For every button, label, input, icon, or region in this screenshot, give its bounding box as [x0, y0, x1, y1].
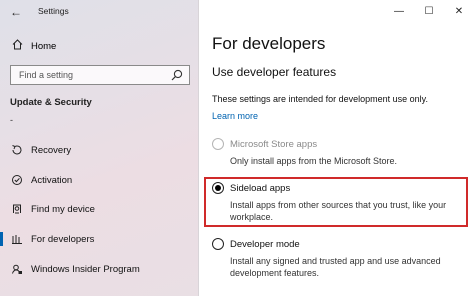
- sidebar-item-label: Windows Insider Program: [31, 263, 140, 275]
- insider-icon: [10, 263, 24, 275]
- section-description: These settings are intended for developm…: [212, 94, 428, 104]
- option-description: Install any signed and trusted app and u…: [230, 256, 441, 278]
- find-device-icon: [10, 203, 24, 215]
- option-sideload-apps[interactable]: Sideload apps: [212, 182, 290, 194]
- option-label: Sideload apps: [230, 182, 291, 194]
- radio-dot: [215, 185, 221, 191]
- option-description: Install apps from other sources that you…: [230, 200, 447, 222]
- sidebar-item-recovery[interactable]: Recovery: [0, 139, 199, 161]
- app-title: Settings: [38, 6, 69, 16]
- sidebar-item-label: Home: [31, 40, 57, 52]
- window-controls: — ☐ ✕: [384, 0, 474, 22]
- sidebar-item-activation[interactable]: Activation: [0, 169, 199, 191]
- section-heading: Update & Security: [10, 97, 92, 108]
- option-label: Microsoft Store apps: [230, 138, 318, 150]
- search-icon[interactable]: [171, 69, 183, 81]
- selection-indicator: [0, 232, 3, 246]
- sidebar: ← Settings Home Update & Security - Reco…: [0, 0, 199, 296]
- radio-button[interactable]: [212, 238, 224, 250]
- title-bar: ← Settings: [0, 0, 199, 24]
- home-icon: [10, 39, 24, 53]
- option-label: Developer mode: [230, 238, 300, 250]
- radio-button-selected[interactable]: [212, 182, 224, 194]
- sidebar-item-label: Find my device: [31, 203, 95, 215]
- sidebar-item-windows-insider[interactable]: Windows Insider Program: [0, 258, 199, 280]
- section-subtitle: Use developer features: [212, 65, 337, 79]
- minimize-button[interactable]: —: [384, 0, 414, 22]
- main-panel: — ☐ ✕ For developers Use developer featu…: [200, 0, 474, 296]
- learn-more-link[interactable]: Learn more: [212, 111, 258, 121]
- close-button[interactable]: ✕: [444, 0, 474, 22]
- search-input[interactable]: [11, 66, 163, 84]
- sidebar-item-find-my-device[interactable]: Find my device: [0, 198, 199, 220]
- sidebar-item-label: Activation: [31, 174, 73, 186]
- option-description: Only install apps from the Microsoft Sto…: [230, 156, 398, 166]
- option-microsoft-store-apps[interactable]: Microsoft Store apps: [212, 138, 317, 150]
- radio-button[interactable]: [212, 138, 224, 150]
- maximize-button[interactable]: ☐: [414, 0, 444, 22]
- activation-icon: [10, 174, 24, 186]
- sidebar-item-home[interactable]: Home: [0, 36, 199, 56]
- sidebar-item-label: For developers: [31, 233, 95, 245]
- search-box[interactable]: [10, 65, 190, 85]
- option-developer-mode[interactable]: Developer mode: [212, 238, 300, 250]
- section-dash: -: [10, 115, 13, 125]
- sidebar-item-label: Recovery: [31, 144, 72, 156]
- back-button[interactable]: ←: [8, 4, 24, 20]
- recovery-icon: [10, 144, 24, 156]
- sidebar-item-for-developers[interactable]: For developers: [0, 228, 199, 250]
- developers-icon: [10, 233, 24, 245]
- page-title: For developers: [212, 34, 326, 53]
